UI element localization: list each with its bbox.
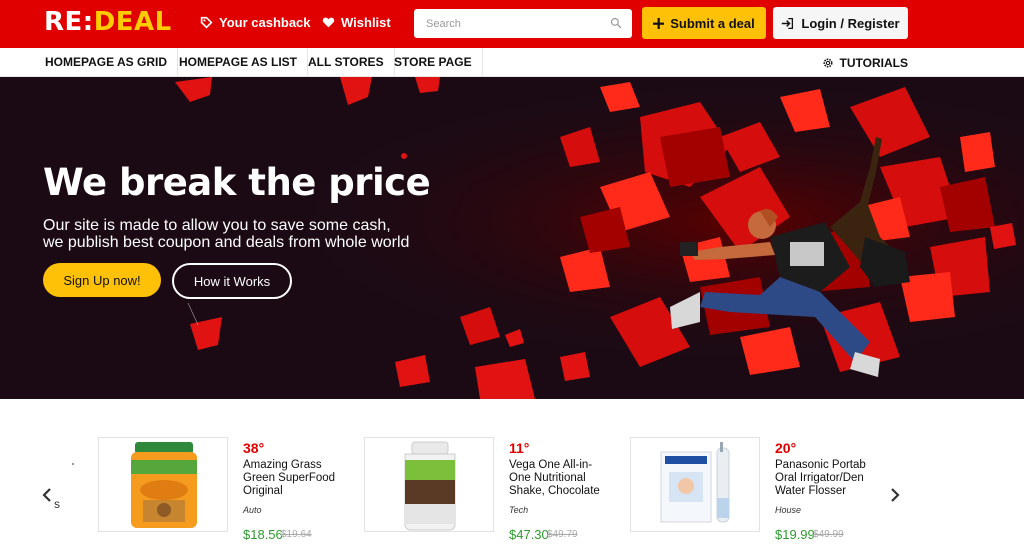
cashback-link[interactable]: Your cashback — [200, 15, 311, 30]
top-header: RE:DEAL Your cashback Wishlist Submit a … — [0, 0, 1024, 48]
deal-category[interactable]: House — [775, 505, 801, 515]
how-it-works-button[interactable]: How it Works — [172, 263, 292, 299]
deal-price: $47.30 — [509, 527, 549, 542]
nav-homepage-grid[interactable]: HOMEPAGE AS GRID — [35, 48, 179, 77]
heart-icon — [322, 17, 335, 28]
deal-card[interactable]: 38° Amazing Grass Green SuperFood Origin… — [98, 437, 338, 554]
partial-card-text: s — [54, 497, 60, 511]
deal-category[interactable]: Tech — [509, 505, 528, 515]
deals-carousel: s 38° Amazing Grass Green SuperFood Orig… — [0, 399, 1024, 554]
search-input[interactable] — [414, 9, 604, 38]
discount-percent: 20° — [775, 440, 797, 456]
hero-banner: We break the price Our site is made to a… — [0, 77, 1024, 399]
deal-title[interactable]: Amazing Grass Green SuperFood Original — [243, 459, 343, 498]
deal-old-price: $49.99 — [813, 529, 844, 540]
product-image[interactable] — [364, 437, 494, 532]
nav-all-stores[interactable]: ALL STORES — [298, 48, 395, 77]
protein-tub-image — [404, 441, 456, 531]
search-icon[interactable] — [610, 17, 622, 29]
nav-store-page[interactable]: STORE PAGE — [384, 48, 483, 77]
product-image[interactable] — [98, 437, 228, 532]
chevron-right-icon[interactable] — [889, 487, 901, 503]
sign-in-icon — [782, 17, 794, 29]
product-image[interactable] — [630, 437, 760, 532]
discount-percent: 11° — [509, 440, 530, 456]
deal-title[interactable]: Panasonic Portab Oral Irrigator/Den Wate… — [775, 459, 875, 498]
deal-price: $19.99 — [775, 527, 815, 542]
main-nav: HOMEPAGE AS GRID HOMEPAGE AS LIST ALL ST… — [0, 48, 1024, 77]
chevron-left-icon[interactable] — [41, 487, 53, 503]
water-flosser-image — [660, 442, 730, 523]
nav-tutorials[interactable]: TUTORIALS — [822, 48, 908, 77]
hero-subtitle: Our site is made to allow you to save so… — [43, 217, 410, 251]
site-logo[interactable]: RE:DEAL — [44, 7, 172, 37]
deal-title[interactable]: Vega One All-in- One Nutritional Shake, … — [509, 459, 609, 498]
partial-card-fragment — [72, 463, 74, 465]
nav-homepage-list[interactable]: HOMEPAGE AS LIST — [169, 48, 309, 77]
wishlist-link[interactable]: Wishlist — [322, 15, 391, 30]
hero-title: We break the price — [43, 161, 431, 204]
signup-button[interactable]: Sign Up now! — [43, 263, 161, 297]
deal-card[interactable]: 20° Panasonic Portab Oral Irrigator/Den … — [630, 437, 870, 554]
plus-icon — [653, 17, 665, 29]
gear-icon — [823, 58, 833, 67]
login-register-button[interactable]: Login / Register — [773, 7, 908, 39]
deal-price: $18.56 — [243, 527, 283, 542]
discount-percent: 38° — [243, 440, 265, 456]
search-box — [414, 9, 632, 38]
deal-card[interactable]: 11° Vega One All-in- One Nutritional Sha… — [364, 437, 604, 554]
deal-old-price: $49.79 — [547, 529, 578, 540]
deal-category[interactable]: Auto — [243, 505, 262, 515]
submit-deal-button[interactable]: Submit a deal — [642, 7, 766, 39]
deal-old-price: $19.64 — [281, 529, 312, 540]
superfood-jar-image — [131, 442, 197, 528]
tag-icon — [200, 16, 213, 29]
